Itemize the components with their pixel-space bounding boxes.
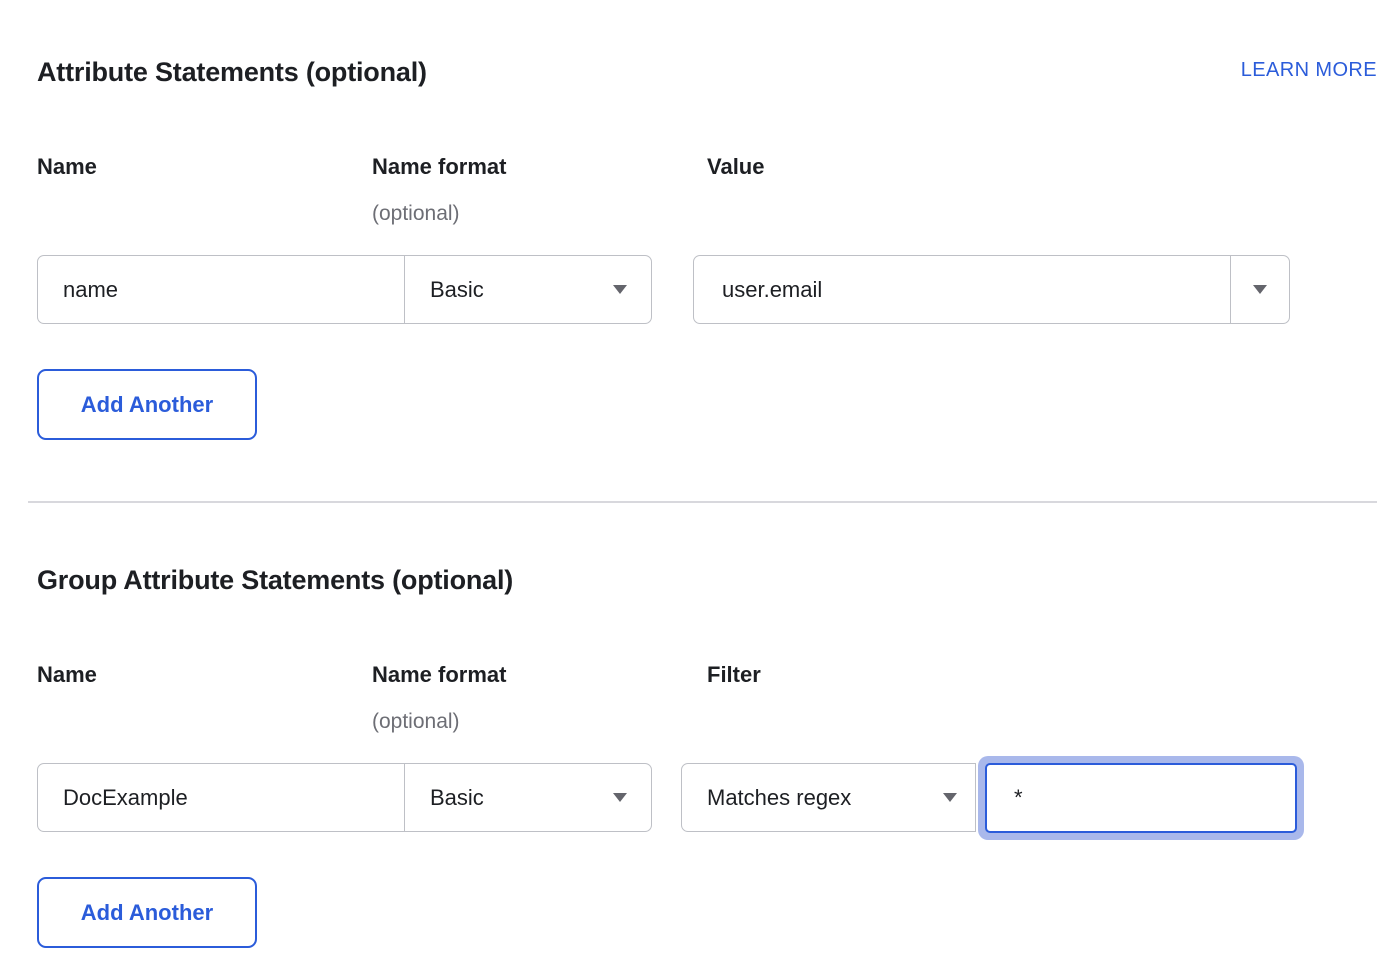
column-label-name-format: Name format bbox=[372, 154, 506, 180]
group-column-label-name: Name bbox=[37, 662, 97, 688]
dropdown-arrow-icon bbox=[943, 793, 957, 802]
group-filter-value-input[interactable] bbox=[985, 763, 1297, 833]
column-label-value: Value bbox=[707, 154, 764, 180]
learn-more-link[interactable]: LEARN MORE bbox=[1241, 59, 1377, 82]
group-attribute-name-input[interactable] bbox=[37, 763, 405, 832]
saml-attribute-settings-form: Attribute Statements (optional) LEARN MO… bbox=[0, 0, 1384, 974]
attribute-value-input[interactable] bbox=[693, 255, 1231, 324]
attribute-name-format-value: Basic bbox=[430, 277, 484, 303]
attribute-name-format-select[interactable]: Basic bbox=[404, 255, 652, 324]
group-name-format-select[interactable]: Basic bbox=[404, 763, 652, 832]
section-divider bbox=[28, 501, 1377, 503]
dropdown-arrow-icon bbox=[1253, 285, 1267, 294]
attribute-value-dropdown-button[interactable] bbox=[1230, 255, 1290, 324]
group-column-label-filter: Filter bbox=[707, 662, 761, 688]
group-attribute-statements-title: Group Attribute Statements (optional) bbox=[37, 565, 513, 596]
dropdown-arrow-icon bbox=[613, 285, 627, 294]
group-column-label-name-format: Name format bbox=[372, 662, 506, 688]
column-label-name: Name bbox=[37, 154, 97, 180]
group-name-format-value: Basic bbox=[430, 785, 484, 811]
add-another-attribute-button[interactable]: Add Another bbox=[37, 369, 257, 440]
attribute-statements-title: Attribute Statements (optional) bbox=[37, 57, 427, 88]
group-filter-type-select[interactable]: Matches regex bbox=[681, 763, 976, 832]
group-filter-type-value: Matches regex bbox=[707, 785, 851, 811]
add-another-group-attribute-button[interactable]: Add Another bbox=[37, 877, 257, 948]
group-name-format-optional-note: (optional) bbox=[372, 710, 460, 734]
attribute-name-input[interactable] bbox=[37, 255, 405, 324]
dropdown-arrow-icon bbox=[613, 793, 627, 802]
name-format-optional-note: (optional) bbox=[372, 202, 460, 226]
filter-value-focus-ring bbox=[978, 756, 1304, 840]
